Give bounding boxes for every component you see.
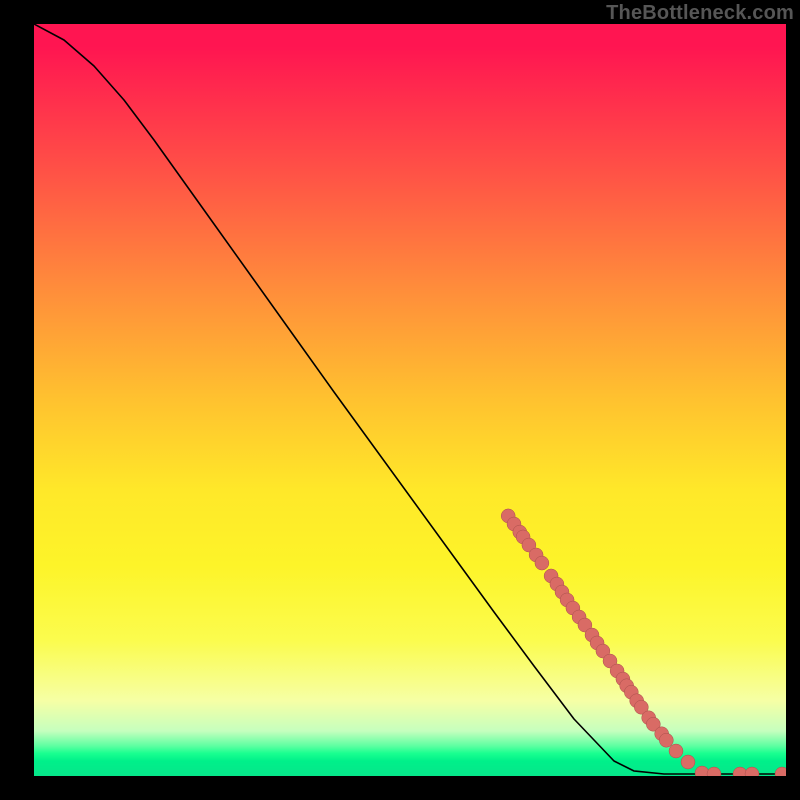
- curve-svg: [34, 24, 786, 776]
- chart-frame: TheBottleneck.com: [0, 0, 800, 800]
- data-point: [659, 733, 673, 747]
- data-point: [669, 744, 683, 758]
- data-point: [535, 556, 549, 570]
- bottleneck-curve: [34, 24, 786, 774]
- watermark-text: TheBottleneck.com: [606, 2, 794, 25]
- data-points-group: [501, 509, 786, 776]
- data-point: [681, 755, 695, 769]
- plot-area: [34, 24, 786, 776]
- data-point: [745, 767, 759, 776]
- data-point: [707, 767, 721, 776]
- data-point: [775, 767, 786, 776]
